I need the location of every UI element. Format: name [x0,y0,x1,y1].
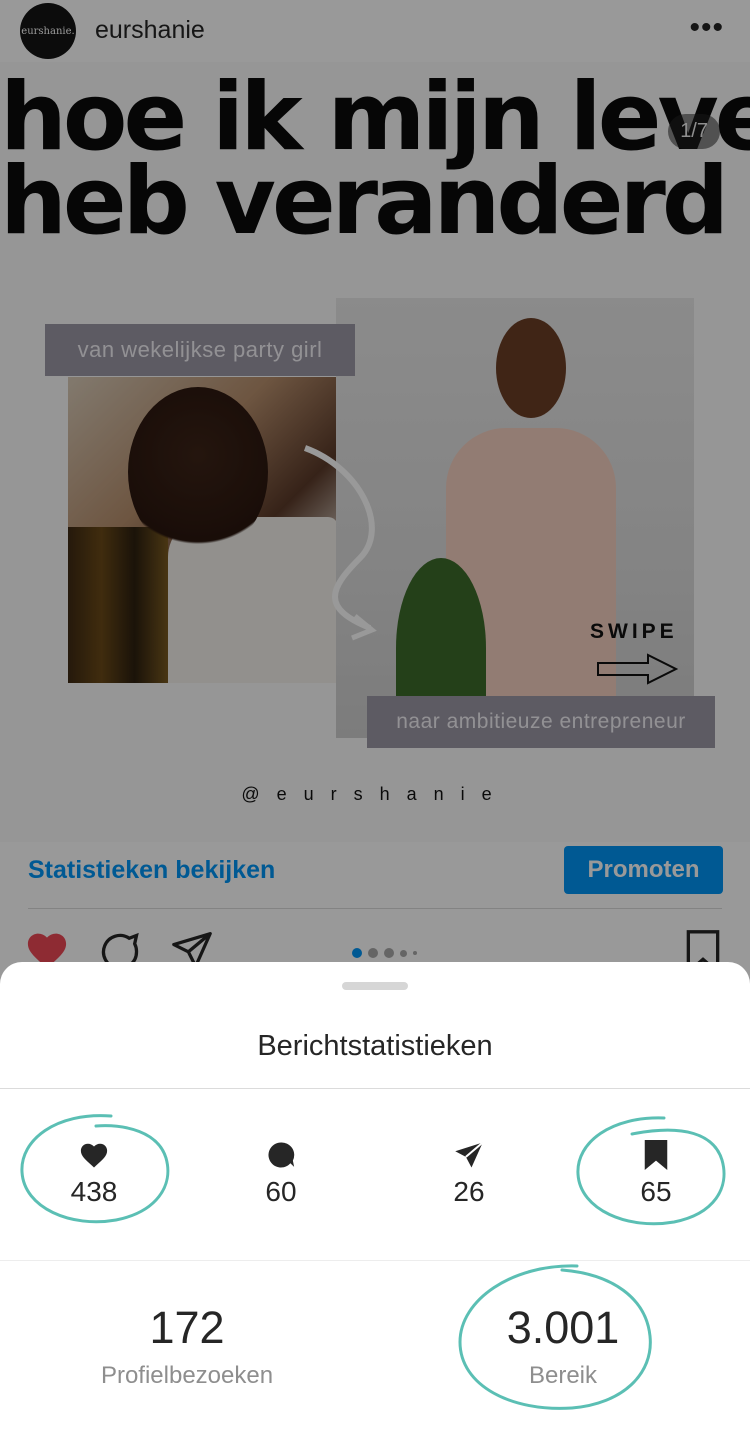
comment-icon [268,1142,295,1168]
stat-value: 60 [265,1176,297,1207]
share-icon [455,1141,484,1168]
stat-value: 26 [453,1176,485,1207]
stat-shares: 26 [409,1140,529,1208]
profile-visits-value: 172 [149,1302,225,1353]
stat-comments: 60 [221,1140,341,1208]
stat-profile-visits: 172 Profielbezoeken [57,1302,317,1390]
post-insights-sheet: Berichtstatistieken 438 60 26 65 172 Pro… [0,962,750,1440]
divider [0,1088,750,1089]
annotation-circle [20,1114,170,1224]
annotation-circle [576,1116,726,1226]
profile-visits-label: Profielbezoeken [100,1362,274,1389]
annotation-circle [458,1264,652,1410]
sheet-grabber[interactable] [342,982,408,990]
sheet-title: Berichtstatistieken [257,1030,493,1062]
